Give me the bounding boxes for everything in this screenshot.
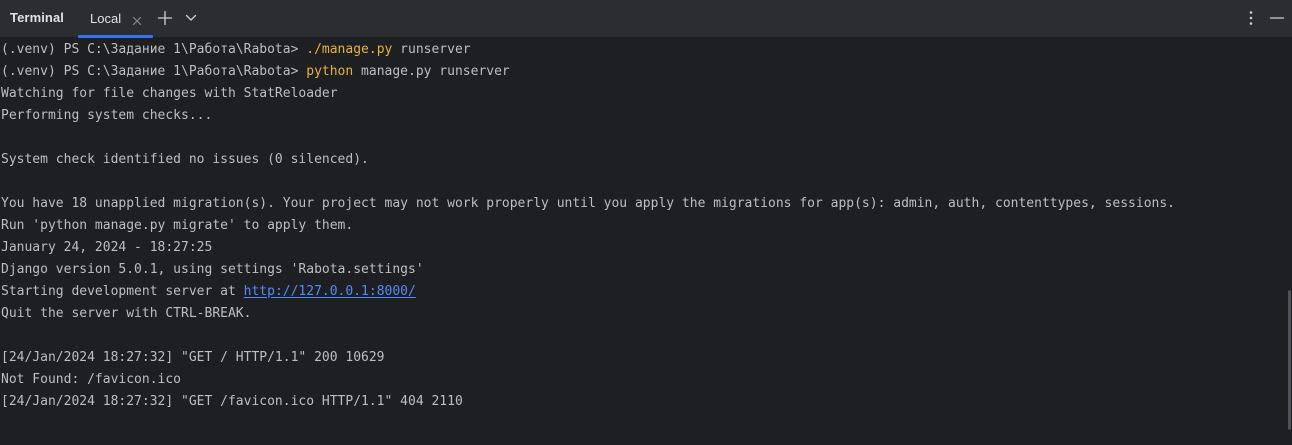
output-text: Watching for file changes with StatReloa…: [1, 86, 338, 101]
chevron-down-icon[interactable]: [182, 9, 200, 27]
command-args: runserver: [392, 42, 471, 57]
shell-command: ./manage.py: [306, 42, 393, 57]
scrollbar-thumb[interactable]: [1288, 290, 1291, 430]
shell-prompt: (.venv) PS C:\Задание 1\Работа\Rabota>: [1, 42, 307, 57]
panel-title: Terminal: [10, 10, 65, 25]
terminal-line: Starting development server at http://12…: [1, 281, 416, 303]
terminal-line: You have 18 unapplied migration(s). Your…: [1, 193, 1175, 215]
terminal-line: Quit the server with CTRL-BREAK.: [1, 303, 251, 325]
active-tab-indicator: [78, 35, 153, 38]
terminal-line: January 24, 2024 - 18:27:25: [1, 237, 212, 259]
terminal-line: Watching for file changes with StatReloa…: [1, 83, 338, 105]
command-args: manage.py runserver: [353, 64, 510, 79]
output-text: Not Found: /favicon.ico: [1, 372, 182, 387]
more-vertical-icon[interactable]: [1242, 9, 1260, 27]
terminal-line: [24/Jan/2024 18:27:32] "GET /favicon.ico…: [1, 391, 463, 413]
terminal-line: Run 'python manage.py migrate' to apply …: [1, 215, 353, 237]
terminal-line: (.venv) PS C:\Задание 1\Работа\Rabota> p…: [1, 61, 510, 83]
terminal-line: Performing system checks...: [1, 105, 212, 127]
tab-label: Local: [90, 11, 122, 26]
shell-command: python: [306, 64, 354, 79]
terminal-window: Terminal Local (.venv) PS C:\Задание 1\Р…: [0, 0, 1292, 445]
shell-prompt: (.venv) PS C:\Задание 1\Работа\Rabota>: [1, 64, 307, 79]
tab-local[interactable]: Local: [78, 0, 153, 38]
plus-icon[interactable]: [156, 9, 174, 27]
terminal-toolbar: Terminal Local: [0, 0, 1292, 38]
terminal-line: (.venv) PS C:\Задание 1\Работа\Rabota> .…: [1, 39, 471, 61]
close-icon[interactable]: [131, 12, 143, 26]
output-text: Starting development server at: [1, 284, 244, 299]
minimize-icon[interactable]: [1268, 9, 1286, 27]
output-text: Quit the server with CTRL-BREAK.: [1, 306, 252, 321]
output-text: [24/Jan/2024 18:27:32] "GET /favicon.ico…: [1, 394, 463, 409]
output-text: Performing system checks...: [1, 108, 213, 123]
server-url-link[interactable]: http://127.0.0.1:8000/: [244, 284, 416, 299]
output-text: [24/Jan/2024 18:27:32] "GET / HTTP/1.1" …: [1, 350, 385, 365]
terminal-line: Not Found: /favicon.ico: [1, 369, 181, 391]
output-text: January 24, 2024 - 18:27:25: [1, 240, 213, 255]
output-text: You have 18 unapplied migration(s). Your…: [1, 196, 1175, 211]
terminal-line: Django version 5.0.1, using settings 'Ra…: [1, 259, 424, 281]
terminal-line: System check identified no issues (0 sil…: [1, 149, 369, 171]
output-text: System check identified no issues (0 sil…: [1, 152, 369, 167]
terminal-output[interactable]: (.venv) PS C:\Задание 1\Работа\Rabota> .…: [0, 39, 1286, 445]
terminal-line: [24/Jan/2024 18:27:32] "GET / HTTP/1.1" …: [1, 347, 385, 369]
output-text: Run 'python manage.py migrate' to apply …: [1, 218, 354, 233]
output-text: Django version 5.0.1, using settings 'Ra…: [1, 262, 424, 277]
